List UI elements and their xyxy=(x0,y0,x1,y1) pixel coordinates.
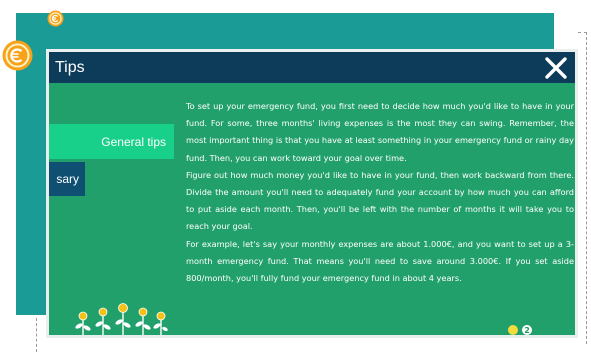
dialog-titlebar: Tips xyxy=(49,52,575,83)
page-dot-2[interactable]: 2 xyxy=(522,325,532,335)
stage: Tips General tips sary To set up your em… xyxy=(0,0,591,352)
selection-guide-left xyxy=(36,318,37,352)
dialog-title: Tips xyxy=(55,59,85,76)
tips-paragraph: For example, let's say your monthly expe… xyxy=(186,238,574,284)
tips-paragraph: To set up your emergency fund, you first… xyxy=(186,101,574,163)
money-plants-illustration xyxy=(75,303,168,335)
tips-paragraph: Figure out how much money you'd like to … xyxy=(186,169,574,232)
euro-coin-icon xyxy=(47,10,64,27)
page-dot-1[interactable] xyxy=(508,325,518,335)
selection-guide-right xyxy=(578,32,587,344)
tab-general-tips[interactable]: General tips xyxy=(49,124,174,159)
tips-dialog: Tips General tips sary To set up your em… xyxy=(46,49,578,338)
close-x-icon xyxy=(545,57,567,79)
euro-coin-icon xyxy=(2,40,33,71)
page-indicator: 2 xyxy=(508,325,532,335)
tab-glossary[interactable]: sary xyxy=(49,162,85,196)
tips-content: To set up your emergency fund, you first… xyxy=(186,98,574,287)
close-button[interactable] xyxy=(543,55,569,81)
